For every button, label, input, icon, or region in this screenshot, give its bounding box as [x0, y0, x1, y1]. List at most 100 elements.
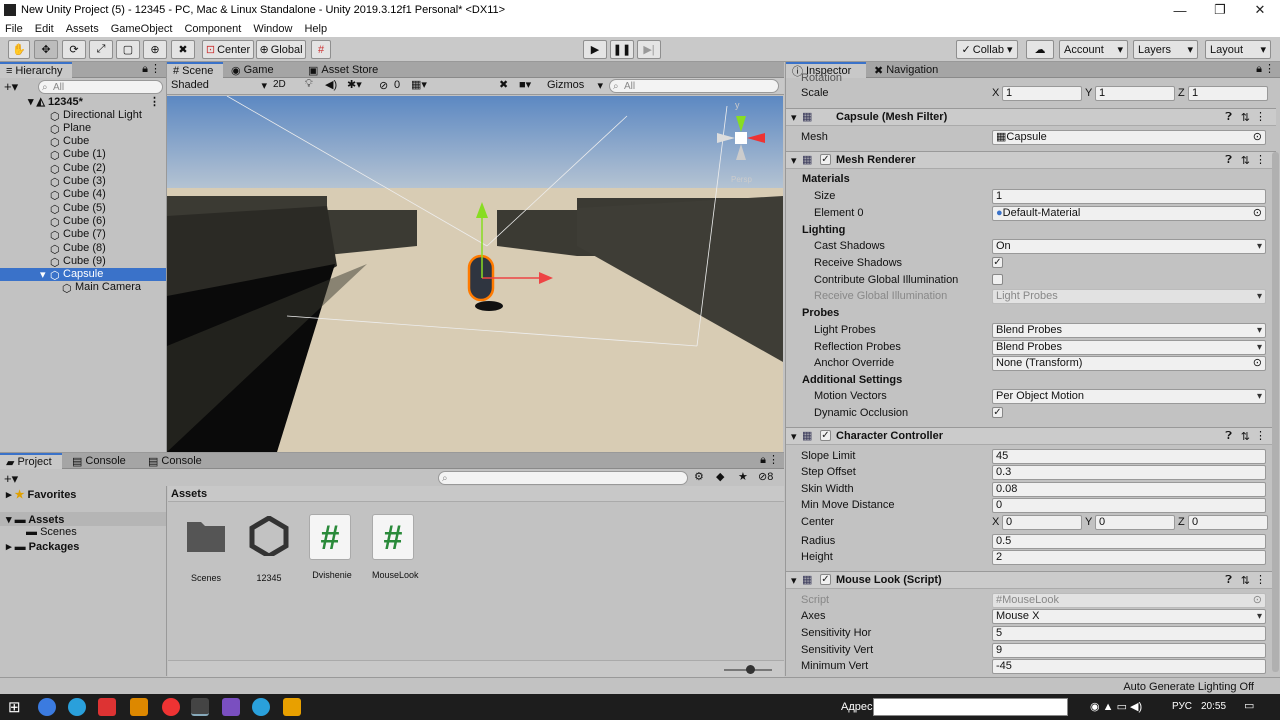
- tab-game[interactable]: ◉ Game: [225, 62, 280, 78]
- asset-script-dvishenie[interactable]: # Dvishenie: [309, 514, 355, 580]
- hierarchy-item[interactable]: ⬡ Cube (9): [0, 254, 166, 269]
- app-icon[interactable]: [283, 698, 301, 716]
- toggle-2d-button[interactable]: 2D: [273, 79, 286, 90]
- minimize-button[interactable]: —: [1160, 3, 1200, 18]
- hidden-icon[interactable]: ⊘: [379, 79, 388, 92]
- scale-field-z[interactable]: 1: [1188, 86, 1268, 101]
- effects-icon[interactable]: ✱▾: [347, 78, 362, 91]
- object-picker-icon[interactable]: ⊙: [1253, 131, 1262, 144]
- cloud-button[interactable]: ☁: [1026, 40, 1054, 59]
- notifications-icon[interactable]: ▭: [1244, 699, 1254, 712]
- minimum-vert-field[interactable]: -45: [992, 659, 1266, 674]
- project-search[interactable]: ⌕: [438, 471, 688, 485]
- scenes-tree-row[interactable]: ▬ Scenes: [26, 526, 77, 538]
- hierarchy-item[interactable]: ⬡ Cube (8): [0, 241, 166, 256]
- help-icon[interactable]: ❓︎: [1225, 430, 1232, 443]
- favorite-star-icon[interactable]: ★: [738, 470, 748, 483]
- hierarchy-item[interactable]: ⬡ Cube (5): [0, 201, 166, 216]
- hidden-packages-icon[interactable]: ⊘8: [758, 470, 773, 483]
- help-icon[interactable]: ❓︎: [1225, 111, 1232, 124]
- height-field[interactable]: 2: [992, 550, 1266, 565]
- mesh-filter-header[interactable]: ▾ ▦ Capsule (Mesh Filter) ❓︎ ⇅ ⋮: [786, 108, 1276, 126]
- hierarchy-item[interactable]: ⬡ Cube (1): [0, 148, 166, 162]
- hierarchy-item[interactable]: ⬡ Cube (3): [0, 175, 166, 189]
- light-bulb-icon[interactable]: 💡︎: [305, 78, 313, 91]
- element0-field[interactable]: ●Default-Material ⊙: [992, 206, 1266, 221]
- radius-field[interactable]: 0.5: [992, 534, 1266, 549]
- tab-project[interactable]: ▰ Project: [0, 453, 62, 469]
- lock-icon[interactable]: 🔒︎: [142, 63, 148, 76]
- visual-studio-icon[interactable]: [222, 698, 240, 716]
- move-tool-button[interactable]: ✥: [34, 40, 58, 59]
- step-button[interactable]: ▶|: [637, 40, 661, 59]
- menu-help[interactable]: Help: [304, 23, 327, 35]
- character-controller-header[interactable]: ▾ ▦ ✓ Character Controller ❓︎ ⇅ ⋮: [786, 427, 1276, 445]
- hierarchy-item[interactable]: ⬡ Main Camera: [0, 281, 166, 295]
- layers-dropdown[interactable]: Layers ▾: [1133, 40, 1198, 59]
- hierarchy-item[interactable]: ⬡ Cube (7): [0, 228, 166, 242]
- hierarchy-item[interactable]: ⬡ Cube (2): [0, 161, 166, 176]
- tray-icons[interactable]: ◉ ▲ ▭ ◀): [1090, 700, 1142, 713]
- app-icon[interactable]: [98, 698, 116, 716]
- scene-search[interactable]: ⌕ All: [609, 79, 779, 93]
- hierarchy-search[interactable]: ⌕ All: [38, 80, 163, 94]
- snap-button[interactable]: #: [311, 40, 331, 59]
- close-button[interactable]: ✕: [1240, 2, 1280, 18]
- scene-menu-icon[interactable]: ⋮: [149, 95, 160, 108]
- tab-scene[interactable]: # Scene: [167, 62, 223, 78]
- hierarchy-item[interactable]: ⬡ Cube (6): [0, 214, 166, 229]
- tab-console-1[interactable]: ▤ Console: [66, 453, 132, 469]
- scale-field-y[interactable]: 1: [1095, 86, 1175, 101]
- object-picker-icon[interactable]: ⊙: [1253, 357, 1262, 370]
- preset-icon[interactable]: ⇅: [1241, 154, 1250, 167]
- favorites-row[interactable]: ▸ ★ Favorites: [6, 488, 76, 501]
- clock[interactable]: 20:55: [1201, 701, 1226, 712]
- yandex-icon[interactable]: [162, 698, 180, 716]
- hierarchy-item[interactable]: ⬡ Cube (4): [0, 188, 166, 202]
- rect-tool-button[interactable]: ▢: [116, 40, 140, 59]
- component-menu-icon[interactable]: ⋮: [1255, 153, 1266, 166]
- preset-icon[interactable]: ⇅: [1241, 111, 1250, 124]
- files-icon[interactable]: [130, 698, 148, 716]
- hierarchy-item[interactable]: ▾ ⬡ Capsule: [0, 267, 166, 282]
- center-field-y[interactable]: 0: [1095, 515, 1175, 530]
- inspector-scrollbar[interactable]: [1272, 152, 1279, 672]
- slope-limit-field[interactable]: 45: [992, 449, 1266, 464]
- component-menu-icon[interactable]: ⋮: [1255, 429, 1266, 442]
- reflection-probes-dropdown[interactable]: Blend Probes: [992, 340, 1266, 355]
- axes-dropdown[interactable]: Mouse X: [992, 609, 1266, 624]
- hand-tool-button[interactable]: ✋: [8, 40, 30, 59]
- asset-scene-12345[interactable]: 12345: [246, 515, 292, 583]
- help-icon[interactable]: ❓︎: [1225, 574, 1232, 587]
- step-offset-field[interactable]: 0.3: [992, 465, 1266, 480]
- mesh-renderer-header[interactable]: ▾ ▦ ✓ Mesh Renderer ❓︎ ⇅ ⋮: [786, 151, 1276, 169]
- component-menu-icon[interactable]: ⋮: [1255, 573, 1266, 586]
- center-field-z[interactable]: 0: [1188, 515, 1268, 530]
- unity-taskbar-icon[interactable]: [191, 698, 209, 716]
- breadcrumb-assets[interactable]: Assets: [171, 488, 207, 500]
- menu-icon[interactable]: ⋮: [1264, 62, 1275, 75]
- filter-type-icon[interactable]: ⚙: [694, 470, 704, 483]
- sensitivity-hor-field[interactable]: 5: [992, 626, 1266, 641]
- filter-label-icon[interactable]: ◆: [716, 470, 724, 483]
- center-field-x[interactable]: 0: [1002, 515, 1082, 530]
- receive-shadows-checkbox[interactable]: ✓: [992, 257, 1003, 268]
- audio-icon[interactable]: ◀): [325, 78, 337, 91]
- light-probes-dropdown[interactable]: Blend Probes: [992, 323, 1266, 338]
- preset-icon[interactable]: ⇅: [1241, 430, 1250, 443]
- tab-navigation[interactable]: ✖ Navigation: [868, 62, 944, 78]
- global-button[interactable]: ⊕ Global: [256, 40, 306, 59]
- scale-tool-button[interactable]: ⤢: [89, 40, 113, 59]
- hierarchy-item[interactable]: ⬡ Plane: [0, 121, 166, 136]
- character-controller-enabled-checkbox[interactable]: ✓: [820, 430, 831, 441]
- auto-lighting-status[interactable]: Auto Generate Lighting Off: [1123, 681, 1254, 693]
- lock-icon[interactable]: 🔒︎: [760, 454, 766, 467]
- skin-width-field[interactable]: 0.08: [992, 482, 1266, 497]
- menu-file[interactable]: File: [5, 23, 23, 35]
- min-move-field[interactable]: 0: [992, 498, 1266, 513]
- layout-dropdown[interactable]: Layout ▾: [1205, 40, 1271, 59]
- mouse-look-script-header[interactable]: ▾ ▦ ✓ Mouse Look (Script) ❓︎ ⇅ ⋮: [786, 571, 1276, 589]
- hierarchy-item[interactable]: ⬡ Cube: [0, 135, 166, 149]
- hierarchy-item[interactable]: ⬡ Directional Light: [0, 108, 166, 123]
- motion-vectors-dropdown[interactable]: Per Object Motion: [992, 389, 1266, 404]
